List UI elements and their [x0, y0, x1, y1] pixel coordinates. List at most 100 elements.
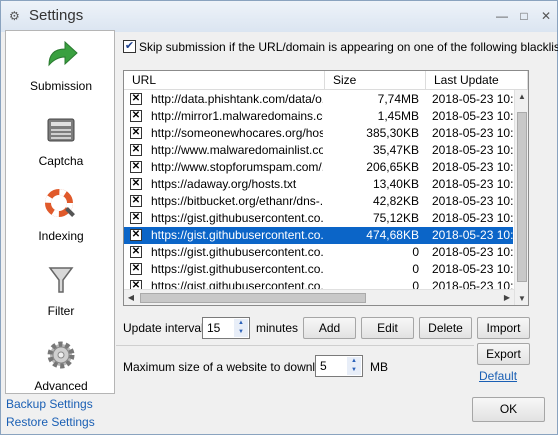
window-title: Settings [29, 7, 84, 24]
column-header-last-update[interactable]: Last Update [426, 71, 528, 90]
spin-down-icon[interactable]: ▼ [234, 328, 248, 337]
close-button[interactable]: ✕ [535, 7, 557, 25]
scroll-up-icon[interactable]: ▲ [515, 90, 528, 104]
row-size: 385,30KB [366, 126, 419, 140]
table-row[interactable]: ✕ https://gist.githubusercontent.co... 0 20… [124, 244, 513, 261]
section-divider [116, 345, 474, 346]
keyboard-icon [47, 118, 75, 142]
horizontal-scrollbar[interactable]: ◀ ▶ [124, 289, 514, 305]
row-size: 206,65KB [366, 160, 419, 174]
row-last-update: 2018-05-23 10:50 [432, 160, 513, 174]
spinner-arrows[interactable]: ▲ ▼ [347, 357, 361, 375]
row-size: 0 [412, 262, 419, 276]
table-row[interactable]: ✕ http://data.phishtank.com/data/o... 7,74… [124, 91, 513, 108]
row-url: https://gist.githubusercontent.co... [151, 262, 323, 276]
column-header-url[interactable]: URL [124, 71, 325, 90]
row-size: 35,47KB [372, 143, 419, 157]
column-header-size[interactable]: Size [325, 71, 426, 90]
sidebar-item-label: Advanced [34, 379, 88, 393]
row-checkbox[interactable]: ✕ [130, 178, 142, 190]
row-url: https://gist.githubusercontent.co... [151, 228, 323, 242]
row-checkbox[interactable]: ✕ [130, 212, 142, 224]
table-row[interactable]: ✕ http://www.stopforumspam.com/... 206,65K… [124, 159, 513, 176]
lifebuoy-icon [45, 189, 75, 217]
table-row[interactable]: ✕ https://gist.githubusercontent.co... 75,… [124, 210, 513, 227]
update-interval-spinner[interactable]: 15 ▲ ▼ [202, 317, 250, 339]
edit-button[interactable]: Edit [361, 317, 414, 339]
row-url: https://bitbucket.org/ethanr/dns-... [151, 194, 323, 208]
row-size: 42,82KB [372, 194, 419, 208]
import-button[interactable]: Import [477, 317, 530, 339]
spinner-arrows[interactable]: ▲ ▼ [234, 319, 248, 337]
row-last-update: 2018-05-23 10:50 [432, 211, 513, 225]
update-interval-value[interactable]: 15 [207, 321, 220, 335]
sidebar-item-label: Submission [29, 79, 93, 93]
table-row[interactable]: ✕ https://bitbucket.org/ethanr/dns-... 42,… [124, 193, 513, 210]
row-size: 1,45MB [377, 109, 419, 123]
update-interval-unit: minutes [256, 321, 299, 335]
sidebar-item-label: Indexing [38, 229, 84, 243]
row-checkbox[interactable]: ✕ [130, 195, 142, 207]
row-last-update: 2018-05-23 10:50 [432, 126, 513, 140]
sidebar-item-label: Captcha [38, 154, 84, 168]
row-size: 474,68KB [366, 228, 419, 242]
title-bar: ⚙ Settings — □ ✕ [1, 1, 557, 32]
settings-sidebar: Submission Captcha Indexing Filter Advan… [5, 30, 115, 394]
row-checkbox[interactable]: ✕ [130, 110, 142, 122]
add-button[interactable]: Add [303, 317, 356, 339]
max-size-label: Maximum size of a website to download [123, 360, 336, 374]
row-url: https://gist.githubusercontent.co... [151, 211, 323, 225]
table-row[interactable]: ✕ http://www.malwaredomainlist.co... 35,47… [124, 142, 513, 159]
maximize-button[interactable]: □ [513, 7, 535, 25]
horizontal-scroll-thumb[interactable] [140, 293, 366, 303]
scroll-right-icon[interactable]: ▶ [500, 290, 514, 305]
row-url: http://www.malwaredomainlist.co... [151, 143, 323, 157]
row-last-update: 2018-05-23 10:50 [432, 245, 513, 259]
app-icon: ⚙ [9, 9, 20, 23]
sidebar-item-submission[interactable]: Submission [6, 35, 116, 110]
export-button[interactable]: Export [477, 343, 530, 365]
backup-settings-link[interactable]: Backup Settings [6, 397, 93, 411]
row-checkbox[interactable]: ✕ [130, 229, 142, 241]
table-row[interactable]: ✕ http://someonewhocares.org/hos... 385,30… [124, 125, 513, 142]
sidebar-item-filter[interactable]: Filter [6, 260, 116, 335]
spin-down-icon[interactable]: ▼ [347, 366, 361, 375]
spin-up-icon[interactable]: ▲ [234, 319, 248, 328]
row-size: 75,12KB [372, 211, 419, 225]
gear-icon [47, 341, 75, 369]
table-row[interactable]: ✕ https://gist.githubusercontent.co... 0 20… [124, 261, 513, 278]
vertical-scroll-thumb[interactable] [517, 112, 527, 282]
restore-settings-link[interactable]: Restore Settings [6, 415, 95, 429]
table-header: URL Size Last Update [124, 71, 528, 90]
scroll-down-icon[interactable]: ▼ [515, 292, 528, 305]
spin-up-icon[interactable]: ▲ [347, 357, 361, 366]
arrow-forward-icon [48, 40, 78, 67]
table-row[interactable]: ✕ https://gist.githubusercontent.co... 474… [124, 227, 513, 244]
row-checkbox[interactable]: ✕ [130, 127, 142, 139]
row-url: http://someonewhocares.org/hos... [151, 126, 323, 140]
default-link[interactable]: Default [479, 369, 517, 383]
scroll-left-icon[interactable]: ◀ [124, 290, 138, 305]
table-row[interactable]: ✕ https://adaway.org/hosts.txt 13,40KB 2018… [124, 176, 513, 193]
row-checkbox[interactable]: ✕ [130, 161, 142, 173]
minimize-button[interactable]: — [491, 7, 513, 25]
blacklist-table: URL Size Last Update ✕ http://data.phisht… [123, 70, 529, 306]
row-checkbox[interactable]: ✕ [130, 246, 142, 258]
funnel-icon [48, 267, 74, 293]
row-url: https://adaway.org/hosts.txt [151, 177, 297, 191]
row-checkbox[interactable]: ✕ [130, 263, 142, 275]
table-row[interactable]: ✕ http://mirror1.malwaredomains.co... 1,45… [124, 108, 513, 125]
max-size-spinner[interactable]: 5 ▲ ▼ [315, 355, 363, 377]
row-checkbox[interactable]: ✕ [130, 144, 142, 156]
blacklist-checkbox-label: Skip submission if the URL/domain is app… [139, 40, 558, 54]
sidebar-item-indexing[interactable]: Indexing [6, 185, 116, 260]
row-checkbox[interactable]: ✕ [130, 93, 142, 105]
max-size-value[interactable]: 5 [320, 359, 327, 373]
vertical-scrollbar[interactable]: ▲ ▼ [514, 90, 528, 305]
row-url: http://data.phishtank.com/data/o... [151, 92, 323, 106]
delete-button[interactable]: Delete [419, 317, 472, 339]
row-last-update: 2018-05-23 10:50 [432, 194, 513, 208]
sidebar-item-captcha[interactable]: Captcha [6, 110, 116, 185]
ok-button[interactable]: OK [472, 397, 545, 422]
blacklist-checkbox[interactable]: ✔ [123, 40, 136, 53]
